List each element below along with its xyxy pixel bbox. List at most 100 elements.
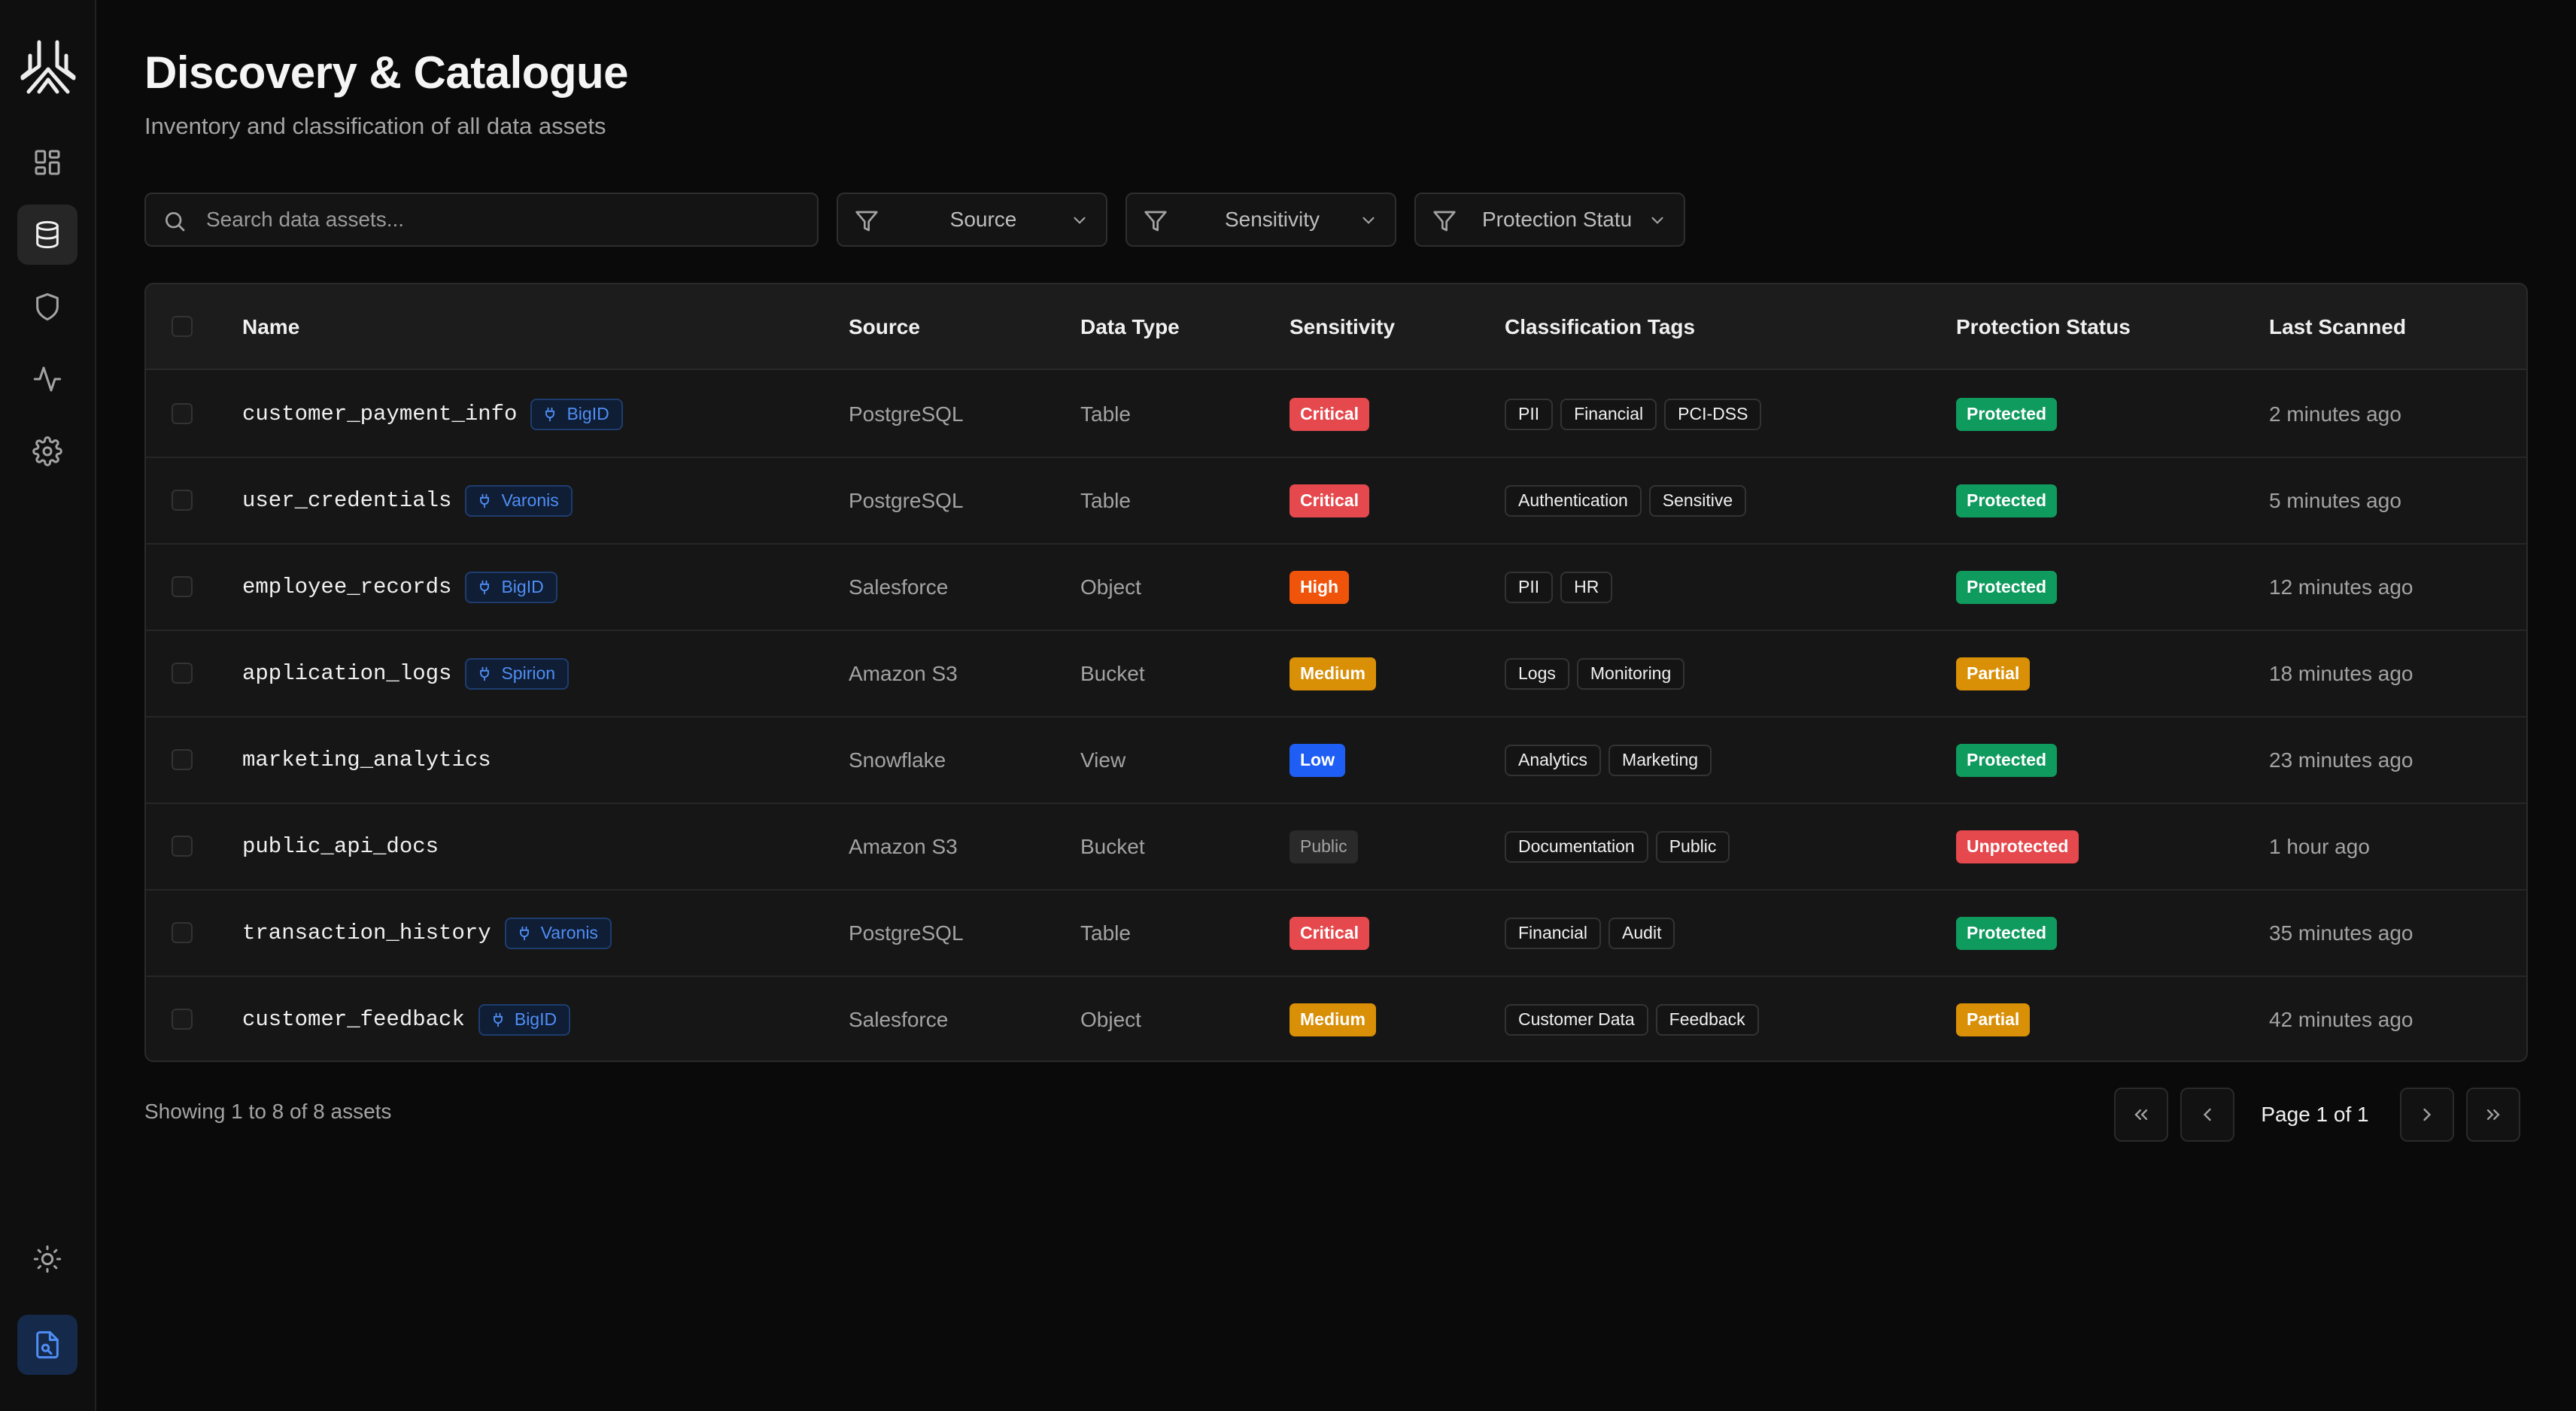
table-row[interactable]: employee_records BigID Salesforce Object Hig… <box>146 545 2526 631</box>
scanner-badge: BigID <box>478 1003 571 1036</box>
classification-tag: PII <box>1505 571 1554 603</box>
theme-toggle-button[interactable] <box>17 1229 77 1289</box>
protection-status-badge: Partial <box>1956 657 2031 690</box>
plug-icon <box>519 926 529 940</box>
filter-sensitivity-dropdown[interactable]: Sensitivity <box>1125 193 1396 247</box>
column-header-classification-tags[interactable]: Classification Tags <box>1505 284 1695 370</box>
scanner-label: BigID <box>567 404 609 423</box>
asset-name[interactable]: employee_records <box>242 575 451 599</box>
activity-icon <box>33 366 62 392</box>
scanner-badge: Spirion <box>465 657 570 690</box>
nav-activity-button[interactable] <box>17 349 77 409</box>
asset-name[interactable]: transaction_history <box>242 921 491 945</box>
last-scanned: 5 minutes ago <box>2269 488 2401 512</box>
table-row[interactable]: transaction_history Varonis PostgreSQL Tabl… <box>146 891 2526 977</box>
table-row[interactable]: marketing_analytics Snowflake View Low Analy… <box>146 718 2526 804</box>
column-header-last-scanned[interactable]: Last Scanned <box>2269 284 2406 370</box>
asset-name[interactable]: public_api_docs <box>242 834 439 859</box>
plug-icon <box>480 580 490 594</box>
row-checkbox[interactable] <box>172 403 193 424</box>
filter-icon <box>855 211 878 232</box>
row-checkbox[interactable] <box>172 663 193 684</box>
table-row[interactable]: public_api_docs Amazon S3 Bucket Public Docu… <box>146 804 2526 891</box>
table-row[interactable]: customer_feedback BigID Salesforce Object Me… <box>146 977 2526 1061</box>
asset-name[interactable]: customer_feedback <box>242 1007 465 1032</box>
scanner-label: Spirion <box>501 663 556 683</box>
pagination-summary: Showing 1 to 8 of 8 assets <box>144 1100 392 1123</box>
plug-icon <box>480 666 490 681</box>
last-page-button[interactable] <box>2466 1088 2520 1142</box>
chevron-right-icon <box>2423 1108 2432 1121</box>
asset-name[interactable]: customer_payment_info <box>242 402 517 426</box>
nav-catalogue-button[interactable] <box>17 205 77 265</box>
scanner-badge: BigID <box>530 398 623 430</box>
row-checkbox[interactable] <box>172 922 193 943</box>
asset-source: PostgreSQL <box>849 921 964 945</box>
asset-data-type: Object <box>1080 575 1141 599</box>
last-scanned: 23 minutes ago <box>2269 748 2413 772</box>
search-box[interactable] <box>144 193 819 247</box>
asset-source: PostgreSQL <box>849 402 964 426</box>
scan-report-button[interactable] <box>17 1315 77 1375</box>
sensitivity-badge: Critical <box>1290 916 1369 950</box>
asset-data-type: Bucket <box>1080 661 1145 685</box>
sensitivity-badge: High <box>1290 570 1350 604</box>
sidebar <box>0 0 96 1411</box>
previous-page-button[interactable] <box>2180 1088 2234 1142</box>
next-page-button[interactable] <box>2400 1088 2454 1142</box>
search-input[interactable] <box>206 194 800 245</box>
page-indicator: Page 1 of 1 <box>2261 1103 2369 1126</box>
column-header-sensitivity[interactable]: Sensitivity <box>1290 284 1395 370</box>
scanner-label: BigID <box>501 577 544 596</box>
table-row[interactable]: user_credentials Varonis PostgreSQL Table Cr… <box>146 458 2526 545</box>
protection-status-badge: Protected <box>1956 484 2058 517</box>
filter-protection-dropdown[interactable]: Protection Status <box>1414 193 1685 247</box>
filter-source-label: Source <box>949 208 1017 231</box>
filter-source-dropdown[interactable]: Source <box>837 193 1107 247</box>
plug-icon <box>480 493 490 508</box>
scanner-badge: Varonis <box>504 917 612 949</box>
asset-name[interactable]: application_logs <box>242 661 451 686</box>
row-checkbox[interactable] <box>172 576 193 597</box>
sensitivity-badge: Public <box>1290 830 1358 863</box>
nav-dashboard-button[interactable] <box>17 132 77 193</box>
filter-protection-label: Protection Status <box>1482 208 1631 231</box>
asset-name[interactable]: marketing_analytics <box>242 748 491 772</box>
select-all-checkbox[interactable] <box>172 316 193 337</box>
classification-tag: Analytics <box>1505 744 1602 776</box>
column-header-protection-status[interactable]: Protection Status <box>1956 284 2131 370</box>
protection-status-badge: Partial <box>1956 1003 2031 1036</box>
column-header-source[interactable]: Source <box>849 284 920 370</box>
nav-settings-button[interactable] <box>17 421 77 481</box>
chevron-down-icon <box>1651 217 1663 224</box>
row-checkbox[interactable] <box>172 1009 193 1030</box>
asset-data-type: View <box>1080 748 1126 772</box>
last-scanned: 12 minutes ago <box>2269 575 2413 599</box>
row-checkbox[interactable] <box>172 836 193 857</box>
classification-tag: Customer Data <box>1505 1003 1648 1036</box>
first-page-button[interactable] <box>2114 1088 2168 1142</box>
last-scanned: 18 minutes ago <box>2269 661 2413 685</box>
classification-tag: Public <box>1655 830 1730 863</box>
row-checkbox[interactable] <box>172 749 193 770</box>
app: Discovery & Catalogue Inventory and clas… <box>0 0 2576 1411</box>
nav-protection-button[interactable] <box>17 277 77 337</box>
classification-tag: Audit <box>1608 917 1675 949</box>
chevron-down-icon <box>1074 217 1086 224</box>
search-icon <box>166 212 185 232</box>
scanner-badge: Varonis <box>465 484 573 517</box>
table-row[interactable]: customer_payment_info BigID PostgreSQL Tabl… <box>146 372 2526 458</box>
asset-data-type: Bucket <box>1080 834 1145 858</box>
column-header-name[interactable]: Name <box>242 284 299 370</box>
last-scanned: 2 minutes ago <box>2269 402 2401 426</box>
asset-data-type: Object <box>1080 1007 1141 1031</box>
row-checkbox[interactable] <box>172 490 193 511</box>
table-header: Name Source Data Type Sensitivity Classi… <box>146 284 2526 370</box>
filter-icon <box>1433 211 1456 232</box>
classification-tag: Sensitive <box>1648 484 1747 517</box>
asset-source: Amazon S3 <box>849 661 958 685</box>
sensitivity-badge: Low <box>1290 743 1345 777</box>
table-row[interactable]: application_logs Spirion Amazon S3 Bucket Me… <box>146 631 2526 718</box>
asset-name[interactable]: user_credentials <box>242 488 451 513</box>
column-header-data-type[interactable]: Data Type <box>1080 284 1180 370</box>
